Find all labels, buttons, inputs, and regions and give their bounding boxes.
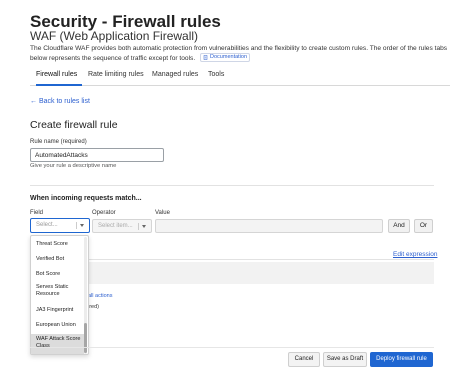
intro-text: The Cloudflare WAF provides both automat…	[30, 44, 450, 63]
field-label: Field	[30, 210, 44, 216]
or-button[interactable]: Or	[414, 219, 433, 233]
documentation-link[interactable]: Documentation	[200, 53, 251, 62]
dropdown-item-bot-score[interactable]: Bot Score	[31, 269, 84, 281]
dropdown-item-verified-bot[interactable]: Verified Bot	[31, 254, 84, 266]
select-separator	[76, 222, 77, 229]
edit-expression-link[interactable]: Edit expression	[393, 251, 437, 258]
tab-firewall-rules[interactable]: Firewall rules	[36, 66, 82, 86]
chevron-down-icon	[142, 225, 146, 228]
rule-name-label: Rule name (required)	[30, 139, 87, 145]
operator-label: Operator	[92, 210, 116, 216]
rule-name-input[interactable]	[30, 148, 164, 162]
rule-name-help: Give your rule a descriptive name	[30, 163, 117, 169]
select-separator	[138, 223, 139, 230]
dropdown-item-threat-score[interactable]: Threat Score	[31, 239, 84, 251]
save-draft-button[interactable]: Save as Draft	[323, 352, 367, 367]
tab-managed-rules[interactable]: Managed rules	[152, 66, 198, 86]
actions-link[interactable]: all actions	[88, 293, 112, 299]
value-label: Value	[155, 210, 170, 216]
firewall-rules-page: Security - Firewall rules WAF (Web Appli…	[0, 0, 474, 388]
tab-tools[interactable]: Tools	[208, 66, 224, 86]
operator-select-placeholder: Select item...	[98, 223, 133, 229]
dropdown-item-serves-static-resource[interactable]: Serves Static Resource	[31, 283, 84, 301]
tab-bar: Firewall rules Rate limiting rules Manag…	[30, 66, 450, 86]
form-heading: Create firewall rule	[30, 119, 118, 131]
documentation-link-label: Documentation	[210, 54, 248, 60]
divider	[30, 185, 434, 186]
page-subtitle: WAF (Web Application Firewall)	[30, 29, 199, 43]
field-select[interactable]: Select...	[30, 218, 90, 233]
and-button[interactable]: And	[388, 219, 410, 233]
action-required-label: ired)	[88, 304, 100, 310]
field-select-placeholder: Select...	[36, 222, 58, 228]
dropdown-item-waf-attack-score-class[interactable]: WAF Attack Score Class	[31, 334, 84, 354]
divider	[30, 259, 434, 260]
document-icon	[203, 55, 208, 60]
dropdown-item-ja3-fingerprint[interactable]: JA3 Fingerprint	[31, 305, 84, 317]
operator-select[interactable]: Select item...	[92, 219, 152, 233]
value-input[interactable]	[155, 219, 383, 233]
cancel-button[interactable]: Cancel	[288, 352, 320, 367]
deploy-button[interactable]: Deploy firewall rule	[370, 352, 433, 367]
dropdown-scrollbar-thumb[interactable]	[84, 323, 87, 353]
back-to-rules-link[interactable]: ← Back to rules list	[30, 98, 90, 105]
match-heading: When incoming requests match...	[30, 195, 142, 202]
expression-preview	[30, 262, 434, 284]
divider	[30, 347, 434, 348]
dropdown-item-european-union[interactable]: European Union	[31, 320, 84, 332]
field-dropdown-menu: Threat Score Verified Bot Bot Score Serv…	[30, 235, 89, 355]
chevron-down-icon	[80, 224, 84, 227]
tab-rate-limiting-rules[interactable]: Rate limiting rules	[88, 66, 144, 86]
